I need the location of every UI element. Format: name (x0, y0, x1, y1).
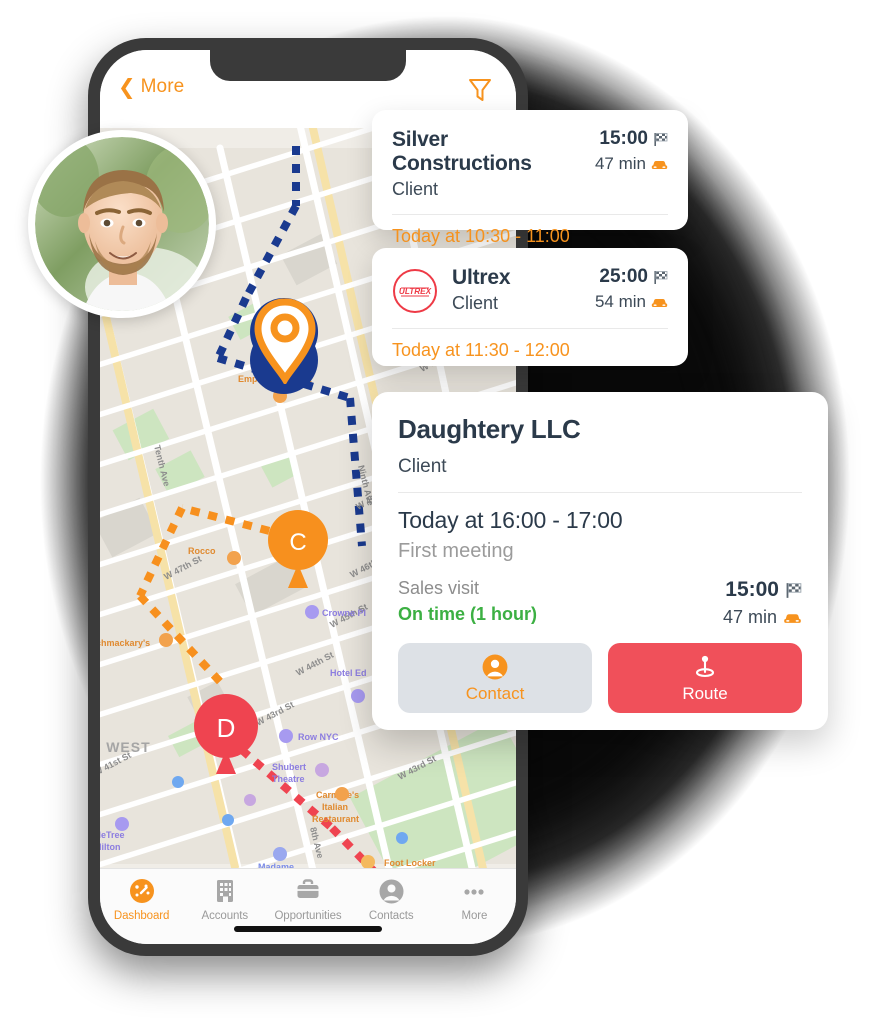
tab-dashboard-label: Dashboard (113, 910, 170, 922)
card-duration-value: 47 min (722, 607, 777, 627)
ultrex-logo: ULTREX (392, 268, 438, 314)
card-time-value: 25:00 (599, 266, 648, 287)
checkered-flag-icon (654, 270, 668, 284)
card-subtitle: Client (452, 293, 499, 314)
svg-text:Row NYC: Row NYC (298, 732, 339, 742)
chevron-left-icon: ❮ (118, 75, 136, 99)
screenshot-root: Tenth Ave Ninth Ave 8th Ave W 52nd St W … (0, 0, 884, 1036)
svg-text:Italian: Italian (322, 802, 348, 812)
ellipsis-icon (459, 876, 489, 906)
tab-contacts-label: Contacts (368, 910, 414, 922)
card-title: Daughtery LLC (398, 414, 581, 444)
tab-more-label: More (461, 910, 488, 922)
svg-text:WN WEST: WN WEST (100, 739, 151, 755)
car-icon (784, 613, 801, 623)
svg-text:Shubert: Shubert (272, 762, 306, 772)
home-indicator (234, 926, 382, 932)
svg-text:Theatre: Theatre (272, 774, 305, 784)
filter-funnel-icon (469, 79, 491, 101)
card-actions: Contact Route (398, 643, 802, 713)
svg-text:D: D (217, 713, 236, 743)
card-title: Ultrex (452, 266, 511, 289)
svg-text:Schmackary's: Schmackary's (100, 638, 150, 648)
filter-button[interactable] (466, 76, 494, 104)
person-circle-icon (482, 654, 508, 679)
card-header: ULTREX Ultrex Client 25:00 54 min (392, 266, 668, 314)
tab-dashboard[interactable]: Dashboard (100, 876, 183, 922)
avatar-photo (35, 137, 209, 311)
car-icon (651, 298, 668, 307)
svg-text:Crowne Pl: Crowne Pl (322, 608, 366, 618)
appointment-card-ultrex[interactable]: ULTREX Ultrex Client 25:00 54 min Today … (372, 248, 688, 366)
svg-text:by Hilton: by Hilton (100, 842, 121, 852)
card-duration: 47 min (595, 154, 668, 174)
card-meeting-note: First meeting (398, 540, 514, 562)
svg-text:oubleTree: oubleTree (100, 830, 125, 840)
appointment-card-silver[interactable]: Silver Constructions Client 15:00 47 min… (372, 110, 688, 246)
briefcase-icon (293, 876, 323, 906)
back-button[interactable]: ❮ More (118, 76, 184, 98)
card-time: 15:00 (723, 578, 802, 602)
route-pin-icon (695, 655, 715, 677)
checkered-flag-icon (786, 582, 802, 598)
location-pin-icon (254, 298, 316, 384)
tab-opportunities[interactable]: Opportunities (266, 876, 349, 922)
card-time: 25:00 (595, 266, 668, 288)
contact-button[interactable]: Contact (398, 643, 592, 713)
route-button[interactable]: Route (608, 643, 802, 713)
card-schedule: Today at 16:00 - 17:00 (398, 507, 623, 533)
building-icon (210, 876, 240, 906)
card-status-badge: On time (1 hour) (398, 604, 537, 624)
svg-text:Hotel Ed: Hotel Ed (330, 668, 367, 678)
tab-bar: Dashboard Accounts Opportunities Contact… (100, 868, 516, 944)
card-time-value: 15:00 (599, 128, 648, 149)
back-button-label: More (140, 76, 185, 97)
tab-opportunities-label: Opportunities (274, 910, 342, 922)
tab-accounts-label: Accounts (201, 910, 249, 922)
card-duration-value: 54 min (594, 292, 646, 311)
phone-notch (210, 50, 406, 81)
card-duration-value: 47 min (594, 154, 646, 173)
card-time: 15:00 (595, 128, 668, 150)
card-divider (398, 492, 802, 493)
card-task-label: Sales visit (398, 578, 480, 598)
svg-text:C: C (289, 529, 306, 556)
tab-more[interactable]: More (433, 876, 516, 922)
card-title: Silver Constructions (392, 128, 532, 176)
card-subtitle: Client (398, 456, 447, 477)
card-subtitle: Client (392, 179, 439, 200)
svg-text:Foot Locker: Foot Locker (384, 858, 436, 868)
checkered-flag-icon (654, 132, 668, 146)
car-icon (651, 160, 668, 169)
appointment-card-daughtery[interactable]: Daughtery LLC Client Today at 16:00 - 17… (372, 392, 828, 730)
route-button-label: Route (682, 683, 728, 703)
card-schedule: Today at 10:30 - 11:00 (392, 226, 570, 247)
card-time-value: 15:00 (725, 578, 779, 601)
tab-accounts[interactable]: Accounts (183, 876, 266, 922)
svg-text:Rocco: Rocco (188, 546, 216, 556)
avatar (28, 130, 216, 318)
card-duration: 47 min (723, 607, 802, 628)
card-schedule: Today at 11:30 - 12:00 (392, 340, 570, 361)
person-circle-icon (376, 876, 406, 906)
dashboard-gauge-icon (127, 876, 157, 906)
svg-text:Restaurant: Restaurant (312, 814, 359, 824)
card-duration: 54 min (595, 292, 668, 312)
tab-contacts[interactable]: Contacts (350, 876, 433, 922)
contact-button-label: Contact (465, 683, 525, 703)
card-status-row: Sales visit On time (1 hour) 15:00 47 mi… (398, 578, 802, 628)
card-header: Silver Constructions Client 15:00 47 min (392, 128, 668, 200)
